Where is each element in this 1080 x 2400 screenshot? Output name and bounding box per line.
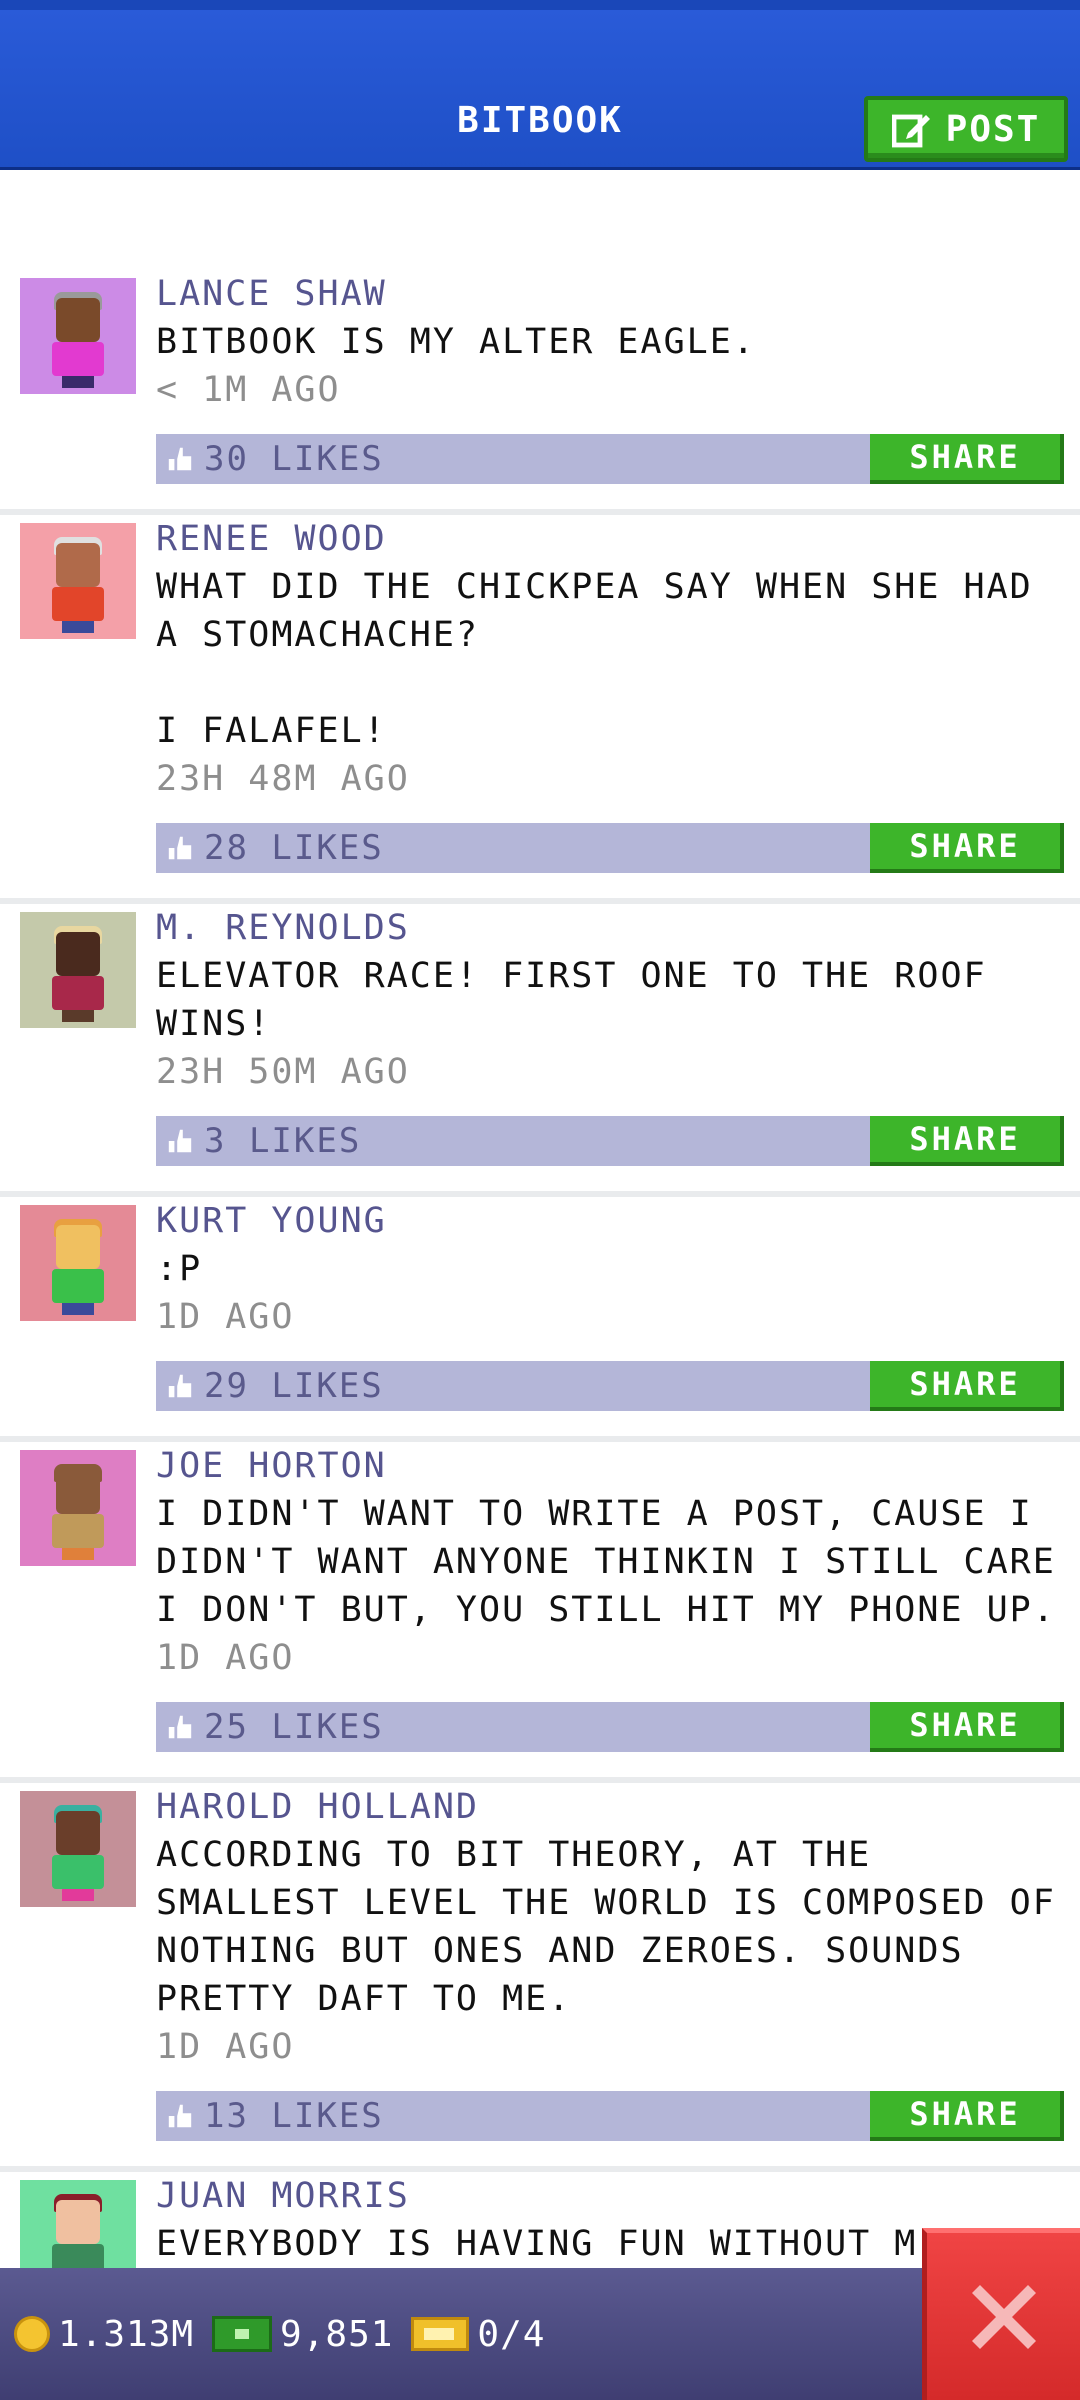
- thumbs-up-icon: [168, 1129, 192, 1153]
- likes-bar: 29 LIKES SHARE: [156, 1361, 1064, 1411]
- post-text: ELEVATOR RACE! FIRST ONE TO THE ROOF WIN…: [156, 956, 1010, 1044]
- likes-bar: 25 LIKES SHARE: [156, 1702, 1064, 1752]
- like-button[interactable]: 28 LIKES: [156, 828, 384, 868]
- avatar[interactable]: [20, 912, 136, 1028]
- likes-count: 25 LIKES: [204, 1707, 384, 1747]
- post-timestamp: 23H 50M AGO: [156, 1052, 410, 1092]
- likes-count: 28 LIKES: [204, 828, 384, 868]
- share-button[interactable]: SHARE: [870, 1361, 1064, 1411]
- compose-icon: [891, 114, 930, 148]
- like-button[interactable]: 30 LIKES: [156, 439, 384, 479]
- header-bar: BITBOOK POST: [0, 0, 1080, 170]
- post-timestamp: 1D AGO: [156, 2027, 295, 2067]
- post-author[interactable]: LANCE SHAW: [156, 270, 1064, 318]
- feed-post: JOE HORTON I DIDN'T WANT TO WRITE A POST…: [0, 1442, 1080, 1783]
- bux-stat[interactable]: 9,851: [212, 2314, 393, 2355]
- feed-post: M. REYNOLDS ELEVATOR RACE! FIRST ONE TO …: [0, 904, 1080, 1197]
- tickets-value: 0/4: [477, 2313, 546, 2355]
- like-button[interactable]: 25 LIKES: [156, 1707, 384, 1747]
- thumbs-up-icon: [168, 1374, 192, 1398]
- coin-icon: [14, 2316, 50, 2352]
- post-author[interactable]: KURT YOUNG: [156, 1197, 1064, 1245]
- post-author[interactable]: RENEE WOOD: [156, 515, 1064, 563]
- post-button-label: POST: [945, 108, 1041, 150]
- avatar[interactable]: [20, 1205, 136, 1321]
- currency-bar: 1.313M 9,851 0/4: [0, 2268, 1080, 2400]
- post-timestamp: < 1M AGO: [156, 370, 341, 410]
- post-timestamp: 23H 48M AGO: [156, 759, 410, 799]
- likes-count: 3 LIKES: [204, 1121, 362, 1161]
- avatar[interactable]: [20, 2180, 136, 2268]
- ticket-icon: [411, 2317, 470, 2351]
- feed-post: JUAN MORRIS EVERYBODY IS HAVING FUN WITH…: [0, 2172, 1080, 2268]
- post-text: WHAT DID THE CHICKPEA SAY WHEN SHE HAD A…: [156, 567, 1033, 751]
- post-text: ACCORDING TO BIT THEORY, AT THE SMALLEST…: [156, 1835, 1079, 2019]
- coins-stat[interactable]: 1.313M: [14, 2314, 194, 2355]
- post-author[interactable]: HAROLD HOLLAND: [156, 1783, 1064, 1831]
- post-author[interactable]: M. REYNOLDS: [156, 904, 1064, 952]
- likes-bar: 13 LIKES SHARE: [156, 2091, 1064, 2141]
- post-button[interactable]: POST: [864, 96, 1068, 162]
- thumbs-up-icon: [168, 1715, 192, 1739]
- post-timestamp: 1D AGO: [156, 1638, 295, 1678]
- share-button[interactable]: SHARE: [870, 1116, 1064, 1166]
- like-button[interactable]: 13 LIKES: [156, 2096, 384, 2136]
- post-text: I DIDN'T WANT TO WRITE A POST, CAUSE I D…: [156, 1494, 1079, 1630]
- post-timestamp: 1D AGO: [156, 1297, 295, 1337]
- post-text: BITBOOK IS MY ALTER EAGLE.: [156, 322, 756, 362]
- share-button[interactable]: SHARE: [870, 434, 1064, 484]
- thumbs-up-icon: [168, 836, 192, 860]
- share-button[interactable]: SHARE: [870, 823, 1064, 873]
- thumbs-up-icon: [168, 2104, 192, 2128]
- post-author[interactable]: JUAN MORRIS: [156, 2172, 1064, 2220]
- share-button[interactable]: SHARE: [870, 2091, 1064, 2141]
- like-button[interactable]: 3 LIKES: [156, 1121, 361, 1161]
- avatar[interactable]: [20, 1450, 136, 1566]
- likes-bar: 30 LIKES SHARE: [156, 434, 1064, 484]
- bux-icon: [212, 2316, 273, 2352]
- feed-post: RENEE WOOD WHAT DID THE CHICKPEA SAY WHE…: [0, 515, 1080, 904]
- share-button[interactable]: SHARE: [870, 1702, 1064, 1752]
- thumbs-up-icon: [168, 447, 192, 471]
- avatar[interactable]: [20, 278, 136, 394]
- avatar[interactable]: [20, 1791, 136, 1907]
- tickets-stat[interactable]: 0/4: [411, 2314, 545, 2355]
- likes-bar: 3 LIKES SHARE: [156, 1116, 1064, 1166]
- feed-list[interactable]: LANCE SHAW BITBOOK IS MY ALTER EAGLE. < …: [0, 270, 1080, 2268]
- feed-post: LANCE SHAW BITBOOK IS MY ALTER EAGLE. < …: [0, 270, 1080, 515]
- coins-value: 1.313M: [58, 2313, 195, 2355]
- bux-value: 9,851: [280, 2313, 394, 2355]
- likes-bar: 28 LIKES SHARE: [156, 823, 1064, 873]
- like-button[interactable]: 29 LIKES: [156, 1366, 384, 1406]
- avatar[interactable]: [20, 523, 136, 639]
- post-text: :P: [156, 1249, 203, 1289]
- close-icon: [971, 2284, 1036, 2349]
- likes-count: 30 LIKES: [204, 439, 384, 479]
- likes-count: 29 LIKES: [204, 1366, 384, 1406]
- feed-post: HAROLD HOLLAND ACCORDING TO BIT THEORY, …: [0, 1783, 1080, 2172]
- feed-post: KURT YOUNG :P 1D AGO 29 LIKES SHARE: [0, 1197, 1080, 1442]
- post-author[interactable]: JOE HORTON: [156, 1442, 1064, 1490]
- close-button[interactable]: [922, 2228, 1080, 2400]
- likes-count: 13 LIKES: [204, 2096, 384, 2136]
